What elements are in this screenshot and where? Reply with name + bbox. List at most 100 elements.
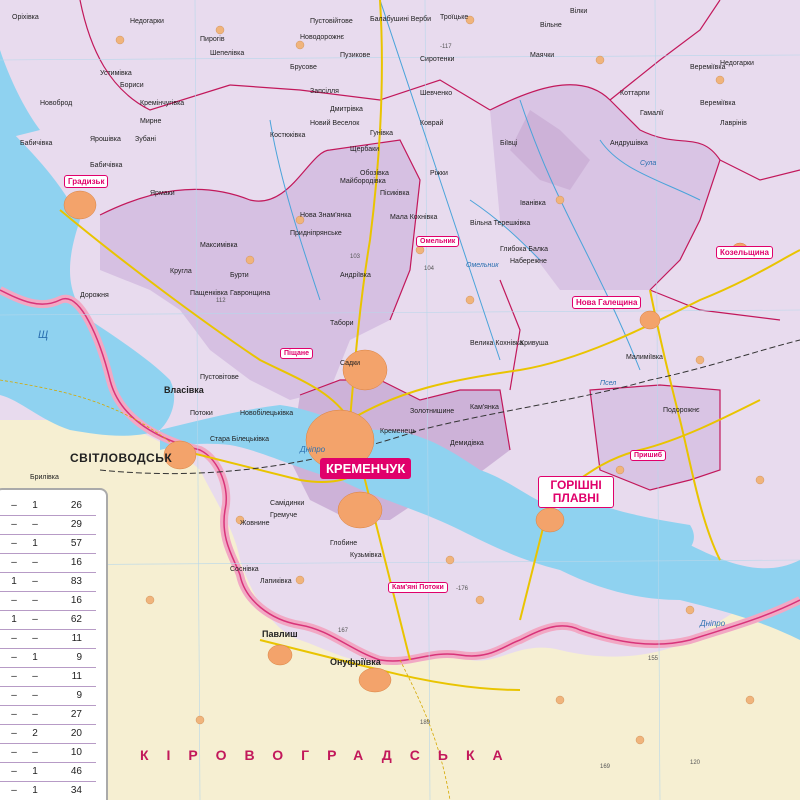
village-label[interactable]: Майбородівка [340, 178, 386, 185]
village-label[interactable]: Демидівка [450, 440, 484, 447]
village-label[interactable]: Подорожнє [663, 407, 700, 414]
village-label[interactable]: Садки [340, 360, 360, 367]
village-label[interactable]: Дорожня [80, 292, 109, 299]
village-label[interactable]: Велика Кохнівка [470, 340, 523, 347]
village-label[interactable]: Кузьмівка [350, 552, 382, 559]
town-kam-potoky[interactable]: Кам'яні Потоки [388, 582, 448, 593]
village-label[interactable]: Пузикове [340, 52, 370, 59]
village-label[interactable]: Балабушині Верби [370, 16, 431, 23]
village-label[interactable]: Гавронщина [230, 290, 270, 297]
village-label[interactable]: Стара Білецьківка [210, 436, 269, 443]
village-label[interactable]: Костюківка [270, 132, 305, 139]
town-pishchane[interactable]: Піщане [280, 348, 313, 359]
village-label[interactable]: Андрушівка [610, 140, 648, 147]
village-label[interactable]: Ярошівка [90, 136, 121, 143]
village-label[interactable]: Бабичівка [20, 140, 52, 147]
legend-row-divider [0, 762, 96, 763]
village-label[interactable]: Вільне [540, 22, 562, 29]
town-pryshchepo[interactable]: Пришиб [630, 450, 667, 461]
village-label[interactable]: Щербаки [350, 146, 379, 153]
town-hradyzk[interactable]: Градизьк [64, 175, 109, 188]
village-label[interactable]: Іванівка [520, 200, 546, 207]
village-label[interactable]: Недогарки [130, 18, 164, 25]
village-label[interactable]: Брилівка [30, 474, 59, 481]
village-label[interactable]: Зубані [135, 136, 156, 143]
village-label[interactable]: Лаврінів [720, 120, 747, 127]
village-label[interactable]: Потоки [190, 410, 213, 417]
village-label[interactable]: Новодорожнє [300, 34, 344, 41]
village-label[interactable]: Лапиківка [260, 578, 292, 585]
village-label[interactable]: Біївці [500, 140, 517, 147]
village-label[interactable]: Сиротенки [420, 56, 454, 63]
village-label[interactable]: Гамалії [640, 110, 664, 117]
village-label[interactable]: Табори [330, 320, 354, 327]
village-label[interactable]: Маячки [530, 52, 554, 59]
village-label[interactable]: Кам'янка [470, 404, 499, 411]
village-label[interactable]: Пустовітове [200, 374, 239, 381]
village-label[interactable]: Набережне [510, 258, 547, 265]
village-label[interactable]: Пащенківка [190, 290, 228, 297]
city-horishni-plavni[interactable]: ГОРІШНІ ПЛАВНІ [538, 476, 614, 509]
village-label[interactable]: Нова Знам'янка [300, 212, 351, 219]
legend-cell: – [32, 690, 38, 701]
village-label[interactable]: Троїцьке [440, 14, 468, 21]
village-label[interactable]: Ріжки [430, 170, 448, 177]
village-label[interactable]: Пустовійтове [310, 18, 353, 25]
village-label[interactable]: Золотнишине [410, 408, 454, 415]
legend-cell: – [11, 709, 17, 720]
village-label[interactable]: Глибока Балка [500, 246, 548, 253]
village-label[interactable]: Вільна Терешківка [470, 220, 530, 227]
village-label[interactable]: Коттарпи [620, 90, 650, 97]
village-label[interactable]: Кременець [380, 428, 416, 435]
village-label[interactable]: Гремуче [270, 512, 297, 519]
map-canvas[interactable]: Дніпро Омельник Сула Псел Дніпро Щ КРЕМЕ… [0, 0, 800, 800]
village-label[interactable]: Обозівка [360, 170, 389, 177]
village-label[interactable]: Бабичівка [90, 162, 122, 169]
village-label[interactable]: Придніпрянське [290, 230, 342, 237]
village-label[interactable]: Бурти [230, 272, 249, 279]
town-kozelshchyna[interactable]: Козельщина [716, 246, 773, 259]
village-label[interactable]: Жовнине [240, 520, 270, 527]
village-label[interactable]: Кругла [170, 268, 192, 275]
village-label[interactable]: Шепелівка [210, 50, 244, 57]
town-vlasivka[interactable]: Власівка [164, 386, 204, 395]
village-label[interactable]: Новоброд [40, 100, 72, 107]
village-label[interactable]: Брусове [290, 64, 317, 71]
village-label[interactable]: Гунівка [370, 130, 393, 137]
village-label[interactable]: Пісиківка [380, 190, 409, 197]
water-label-sula: Сула [640, 160, 657, 167]
village-label[interactable]: Новий Веселок [310, 120, 359, 127]
village-label[interactable]: Самідинки [270, 500, 304, 507]
village-label[interactable]: Шевченко [420, 90, 452, 97]
village-label[interactable]: Вереміївка [700, 100, 736, 107]
village-label[interactable]: Новобілецьківка [240, 410, 293, 417]
village-label[interactable]: Пирогів [200, 36, 225, 43]
village-label[interactable]: Кремінчугівка [140, 100, 184, 107]
village-label[interactable]: Оріхівка [12, 14, 39, 21]
village-label[interactable]: Вілки [570, 8, 587, 15]
village-label[interactable]: Глобине [330, 540, 357, 547]
city-kremenchuk[interactable]: КРЕМЕНЧУК [320, 458, 412, 479]
village-label[interactable]: Запсілля [310, 88, 339, 95]
village-label[interactable]: Бориси [120, 82, 144, 89]
town-onufriivka[interactable]: Онуфріївка [330, 658, 381, 667]
village-label[interactable]: Мала Кохнівка [390, 214, 437, 221]
village-label[interactable]: Дмитрівка [330, 106, 363, 113]
legend-row-divider [0, 705, 96, 706]
village-label[interactable]: Максимівка [200, 242, 238, 249]
town-pavlysh[interactable]: Павлиш [262, 630, 298, 639]
legend-row-divider [0, 534, 96, 535]
village-label[interactable]: Вереміївка [690, 64, 726, 71]
village-label[interactable]: Кривуша [520, 340, 548, 347]
town-omelnyk[interactable]: Омельник [416, 236, 460, 247]
village-label[interactable]: Андріївка [340, 272, 371, 279]
village-label[interactable]: Малиміївка [626, 354, 663, 361]
village-label[interactable]: Устимівка [100, 70, 132, 77]
city-svitlovodsk[interactable]: СВІТЛОВОДСЬК [70, 452, 172, 464]
village-label[interactable]: Мирне [140, 118, 161, 125]
village-label[interactable]: Коврай [420, 120, 443, 127]
legend-cell: – [11, 690, 17, 701]
town-nova-halesh[interactable]: Нова Галещина [572, 296, 642, 309]
village-label[interactable]: Соснівка [230, 566, 259, 573]
village-label[interactable]: Ярмаки [150, 190, 175, 197]
